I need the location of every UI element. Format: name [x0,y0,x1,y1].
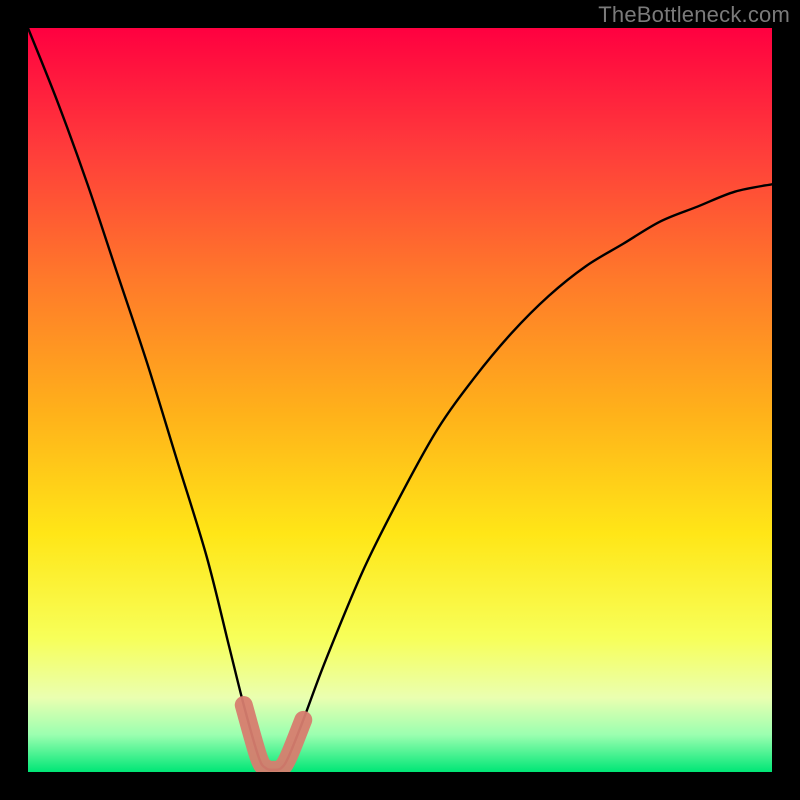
bottleneck-curve [28,28,772,772]
plot-area [28,28,772,772]
chart-frame: TheBottleneck.com [0,0,800,800]
watermark-text: TheBottleneck.com [598,2,790,28]
